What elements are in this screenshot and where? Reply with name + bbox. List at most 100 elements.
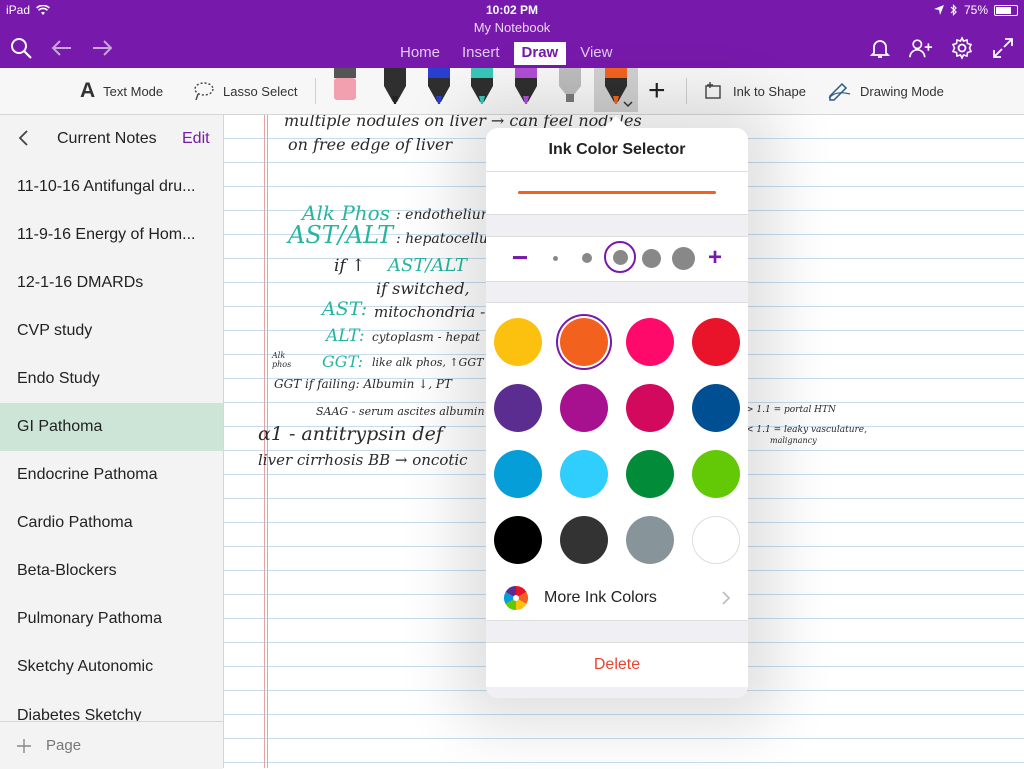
page-item[interactable]: Cardio Pathoma (0, 499, 223, 547)
swatch-green[interactable] (626, 450, 674, 498)
swatch-dark-gray[interactable] (560, 516, 608, 564)
ink-to-shape-button[interactable]: Ink to Shape (703, 68, 806, 114)
color-swatch-grid (486, 302, 748, 578)
page-item[interactable]: Beta-Blockers (0, 547, 223, 595)
popover-arrow (604, 116, 628, 128)
swatch-red[interactable] (692, 318, 740, 366)
swatch-navy[interactable] (692, 384, 740, 432)
drawing-mode-button[interactable]: Drawing Mode (828, 68, 944, 114)
tab-insert[interactable]: Insert (454, 42, 508, 65)
drawing-mode-label: Drawing Mode (860, 83, 944, 99)
swatch-orange[interactable] (560, 318, 608, 366)
thickness-option-selected[interactable] (604, 241, 636, 273)
thickness-increase-button[interactable]: + (702, 244, 728, 271)
page-item[interactable]: Sketchy Autonomic (0, 643, 223, 691)
swatch-lime[interactable] (692, 450, 740, 498)
ribbon-header: iPad 10:02 PM 75% My Notebook Home Inser… (0, 0, 1024, 68)
swatch-gray[interactable] (626, 516, 674, 564)
thickness-option[interactable] (542, 245, 568, 271)
ink-line: on free edge of liver (288, 135, 453, 154)
page-item[interactable]: CVP study (0, 307, 223, 355)
thickness-dot (582, 253, 592, 263)
thickness-option[interactable] (574, 245, 600, 271)
thickness-dot (612, 249, 628, 265)
ink-line: if ↑ (334, 256, 366, 276)
tab-draw[interactable]: Draw (513, 42, 567, 65)
tab-view[interactable]: View (572, 42, 620, 65)
add-page-button[interactable]: Page (0, 721, 223, 769)
pen-teal[interactable] (467, 68, 497, 110)
ink-preview (486, 172, 748, 215)
pen-blue[interactable] (424, 68, 454, 110)
popover-title: Ink Color Selector (486, 128, 748, 172)
thickness-dot (552, 255, 558, 261)
text-mode-button[interactable]: A Text Mode (80, 68, 163, 114)
ink-line: < 1.1 = leaky vasculature, (746, 425, 867, 435)
status-right: 75% (933, 3, 1018, 17)
ink-line: > 1.1 = portal HTN (746, 405, 836, 415)
thickness-dot (641, 248, 661, 268)
battery-icon (994, 4, 1018, 16)
chevron-down-icon[interactable] (623, 100, 633, 108)
swatch-blue[interactable] (494, 450, 542, 498)
page-item[interactable]: Endo Study (0, 355, 223, 403)
ink-line: GGT if failing: Albumin ↓, PT (274, 377, 452, 391)
swatch-pink[interactable] (626, 318, 674, 366)
thickness-decrease-button[interactable]: − (507, 242, 533, 273)
thickness-option[interactable] (670, 245, 696, 271)
gear-icon[interactable] (950, 36, 974, 60)
pen-purple[interactable] (511, 68, 541, 110)
delete-button[interactable]: Delete (486, 642, 748, 687)
swatch-light-blue[interactable] (560, 450, 608, 498)
redo-icon[interactable] (90, 36, 114, 60)
notebook-title: My Notebook (473, 20, 551, 35)
page-item[interactable]: Diabetes Sketchy (0, 691, 223, 725)
page-item[interactable]: 11-10-16 Antifungal dru... (0, 163, 223, 211)
ink-line: AST/ALT (388, 255, 467, 276)
edit-button[interactable]: Edit (182, 130, 210, 148)
toolbar-divider (686, 78, 687, 104)
pen-black[interactable] (380, 68, 410, 110)
thickness-dot (671, 246, 695, 270)
highlighter-gray[interactable] (555, 68, 585, 110)
sidebar-header: Current Notes Edit (0, 115, 223, 161)
location-arrow-icon (933, 5, 944, 15)
more-ink-colors-button[interactable]: More Ink Colors (486, 576, 748, 621)
undo-icon[interactable] (50, 36, 74, 60)
page-item-selected[interactable]: GI Pathoma (0, 403, 223, 451)
battery-percent: 75% (963, 3, 988, 17)
ink-line: GGT: (322, 352, 364, 371)
swatch-white[interactable] (692, 516, 740, 564)
ink-line: mitochondria - (374, 303, 486, 321)
ink-to-shape-icon (705, 82, 721, 99)
page-item[interactable]: Pulmonary Pathoma (0, 595, 223, 643)
page-item[interactable]: 12-1-16 DMARDs (0, 259, 223, 307)
eraser-body (334, 78, 356, 100)
search-icon[interactable] (9, 36, 33, 60)
tab-home[interactable]: Home (392, 42, 448, 65)
eraser-tool[interactable] (330, 68, 360, 110)
swatch-yellow[interactable] (494, 318, 542, 366)
bell-icon[interactable] (868, 36, 892, 60)
ink-to-shape-label: Ink to Shape (733, 83, 806, 99)
add-person-icon[interactable] (909, 36, 933, 60)
ink-preview-stroke (518, 191, 716, 194)
swatch-black[interactable] (494, 516, 542, 564)
swatch-magenta[interactable] (560, 384, 608, 432)
chevron-right-icon (722, 591, 731, 605)
lasso-select-button[interactable]: Lasso Select (193, 68, 297, 114)
page-item[interactable]: 11-9-16 Energy of Hom... (0, 211, 223, 259)
ink-line: Alk phos (272, 351, 292, 369)
ink-line: like alk phos, ↑GGT + (372, 356, 497, 369)
status-time: 10:02 PM (485, 3, 539, 17)
add-pen-button[interactable]: + (648, 68, 666, 114)
text-mode-label: Text Mode (103, 83, 164, 99)
page-list-sidebar: Current Notes Edit 11-10-16 Antifungal d… (0, 115, 224, 769)
expand-icon[interactable] (991, 36, 1015, 60)
draw-toolbar: A Text Mode Lasso Select + Ink to Shape … (0, 68, 1024, 115)
chevron-left-icon[interactable] (14, 128, 34, 148)
page-item[interactable]: Endocrine Pathoma (0, 451, 223, 499)
thickness-option[interactable] (638, 245, 664, 271)
swatch-crimson[interactable] (626, 384, 674, 432)
swatch-purple[interactable] (494, 384, 542, 432)
